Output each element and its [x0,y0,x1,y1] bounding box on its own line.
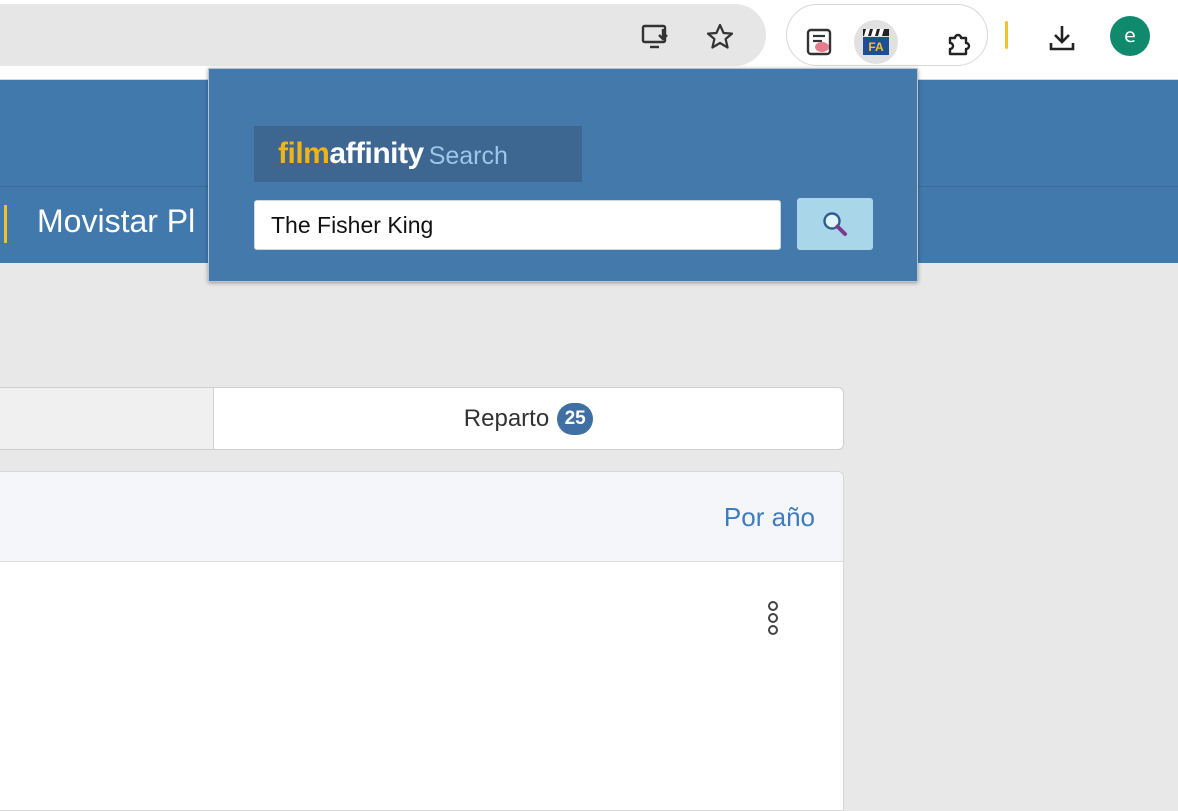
reading-mode-extension-icon[interactable] [797,20,841,64]
toolbar-separator [1005,21,1008,49]
tab-reparto-label: Reparto [463,404,550,432]
profile-avatar[interactable]: e [1110,16,1150,56]
search-input[interactable] [254,200,781,250]
filmaffinity-extension-icon[interactable]: FA [854,20,898,64]
download-icon[interactable] [1040,16,1084,60]
logo-film-text: film [278,137,330,170]
extensions-group: FA [786,4,988,66]
address-bar[interactable] [0,4,766,66]
fa-icon-text: FA [868,40,884,54]
nav-link-movistar[interactable]: Movistar Pl [37,203,195,240]
sort-by-year-link[interactable]: Por año [724,502,815,533]
filmaffinity-logo: film affinity Search [254,126,582,182]
tab-previous[interactable] [0,387,214,450]
bookmark-star-icon[interactable] [705,22,735,52]
more-options-icon[interactable] [766,601,786,645]
count-badge: 25 [557,402,594,435]
magnifier-icon [823,212,847,236]
content-panel: Por año [0,471,844,811]
extensions-puzzle-icon[interactable] [938,20,982,64]
tab-reparto[interactable]: Reparto 25 [213,387,844,450]
search-button[interactable] [797,198,873,250]
panel-header: Por año [0,472,843,562]
install-app-icon[interactable] [641,22,671,52]
nav-separator [4,205,7,243]
logo-search-text: Search [428,141,508,170]
logo-affinity-text: affinity [329,137,424,170]
filmaffinity-search-popup: film affinity Search [208,68,918,282]
